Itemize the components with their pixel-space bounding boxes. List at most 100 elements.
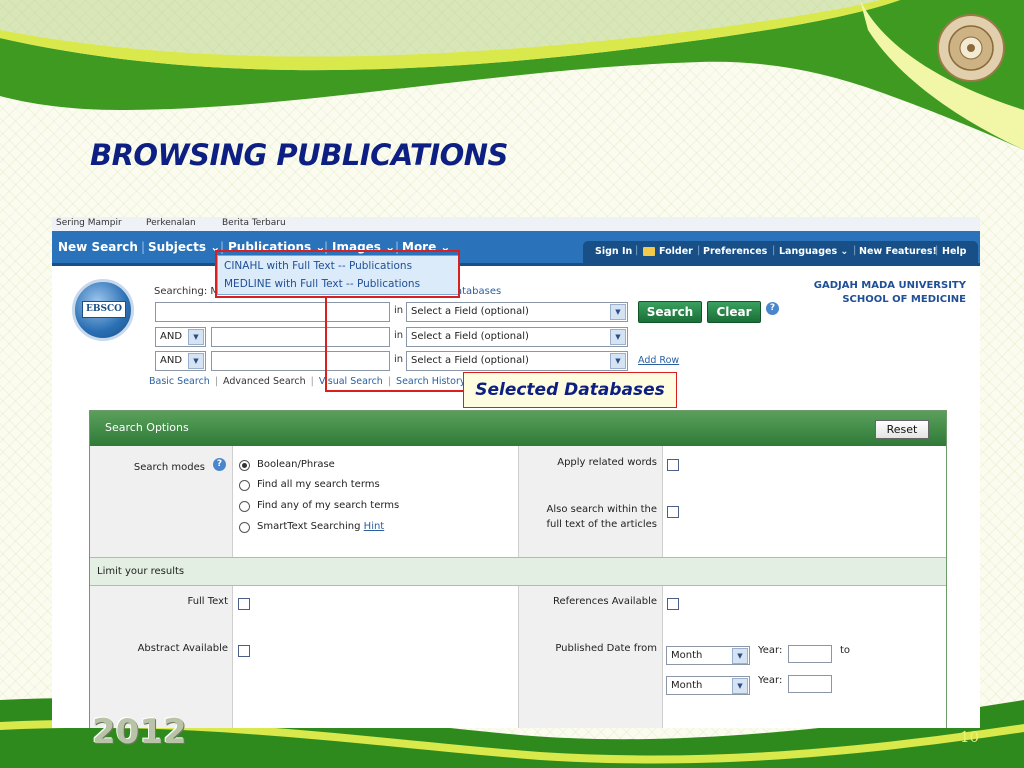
year-from-input[interactable] xyxy=(788,645,832,663)
mode-label-all-terms: Find all my search terms xyxy=(257,479,380,490)
search-options-header: Search Options Reset xyxy=(90,411,946,446)
published-month-to[interactable]: Month ▼ xyxy=(666,676,750,695)
month-select-value: Month xyxy=(671,650,703,661)
visual-search-link[interactable]: Visual Search xyxy=(319,376,383,387)
field-select-2[interactable]: Select a Field (optional) ▼ xyxy=(406,327,628,347)
label-column-left xyxy=(90,446,232,728)
callout-connector xyxy=(325,296,327,392)
mode-radio-boolean[interactable] xyxy=(239,460,250,471)
limit-results-title: Limit your results xyxy=(97,566,185,577)
boolean-select-2[interactable]: AND ▼ xyxy=(155,327,206,347)
year-to-input[interactable] xyxy=(788,675,832,693)
limit-results-header: Limit your results xyxy=(90,557,946,586)
abstract-available-label: Abstract Available xyxy=(137,643,228,654)
chevron-down-icon: ▼ xyxy=(610,353,626,369)
in-label: in xyxy=(394,330,404,341)
year-label: Year: xyxy=(758,645,783,656)
field-select-value: Select a Field (optional) xyxy=(411,306,529,317)
apply-related-checkbox[interactable] xyxy=(667,459,679,471)
util-separator: | xyxy=(772,245,776,256)
chevron-down-icon: ▼ xyxy=(610,304,626,320)
month-select-value: Month xyxy=(671,680,703,691)
utility-bar: Sign In | Folder | Preferences | Languag… xyxy=(583,241,978,263)
folder-icon[interactable] xyxy=(643,247,655,256)
chevron-down-icon: ▼ xyxy=(188,353,204,369)
search-input-3[interactable] xyxy=(211,351,390,371)
search-input-1[interactable] xyxy=(155,302,390,322)
chevron-down-icon: ▼ xyxy=(732,648,748,664)
full-text-label: Full Text xyxy=(187,596,228,607)
search-options-panel: Search Options Reset Search modes ? Bool… xyxy=(89,410,947,728)
reset-button[interactable]: Reset xyxy=(875,420,929,439)
hint-link[interactable]: Hint xyxy=(364,521,385,532)
sign-in-link[interactable]: Sign In xyxy=(595,246,632,257)
field-select-1[interactable]: Select a Field (optional) ▼ xyxy=(406,302,628,322)
ebsco-host-logo[interactable]: EBSCO xyxy=(72,279,134,341)
also-search-checkbox[interactable] xyxy=(667,506,679,518)
boolean-select-3[interactable]: AND ▼ xyxy=(155,351,206,371)
new-features-link[interactable]: New Features! xyxy=(859,246,937,257)
ebsco-logo-text: EBSCO xyxy=(82,301,126,318)
field-select-value: Select a Field (optional) xyxy=(411,355,529,366)
nav-new-search[interactable]: New Search xyxy=(58,240,138,254)
basic-search-link[interactable]: Basic Search xyxy=(149,376,210,387)
add-row-link[interactable]: Add Row xyxy=(638,355,679,366)
also-search-label: Also search within the full text of the … xyxy=(546,504,658,530)
mode-radio-smarttext[interactable] xyxy=(239,522,250,533)
search-history-link[interactable]: Search History xyxy=(396,376,465,387)
search-options-title: Search Options xyxy=(105,421,189,434)
folder-link[interactable]: Folder xyxy=(659,246,693,257)
search-modes-label: Search modes xyxy=(133,462,205,473)
mode-label-any-terms: Find any of my search terms xyxy=(257,500,400,511)
search-input-2[interactable] xyxy=(211,327,390,347)
slide-year: 2012 xyxy=(92,712,187,752)
languages-link[interactable]: Languages ⌄ xyxy=(779,246,848,257)
institution-line-2: SCHOOL OF MEDICINE xyxy=(842,294,966,305)
bookmark-item[interactable]: Perkenalan xyxy=(146,218,196,228)
searching-label: Searching: M xyxy=(154,286,219,297)
util-separator: | xyxy=(935,245,939,256)
in-label: in xyxy=(394,354,404,365)
institution-line-1: GADJAH MADA UNIVERSITY xyxy=(813,280,966,291)
ebsco-screenshot: Sering Mampir Perkenalan Berita Terbaru … xyxy=(52,217,980,728)
bookmarks-bar: Sering Mampir Perkenalan Berita Terbaru xyxy=(52,217,980,231)
util-separator: | xyxy=(853,245,857,256)
util-separator: | xyxy=(697,245,701,256)
mode-radio-any-terms[interactable] xyxy=(239,501,250,512)
references-available-label: References Available xyxy=(552,596,657,607)
institution-name: GADJAH MADA UNIVERSITY SCHOOL OF MEDICIN… xyxy=(742,279,966,307)
help-link[interactable]: Help xyxy=(942,246,966,257)
chevron-down-icon: ▼ xyxy=(610,329,626,345)
university-emblem-icon xyxy=(937,14,1005,82)
choose-databases-link[interactable]: atabases xyxy=(456,286,501,297)
apply-related-label: Apply related words xyxy=(557,457,657,468)
slide-page-number: 10 xyxy=(960,728,980,746)
util-separator: | xyxy=(635,245,639,256)
advanced-search-link[interactable]: Advanced Search xyxy=(223,376,306,387)
preferences-link[interactable]: Preferences xyxy=(703,246,767,257)
bookmark-item[interactable]: Berita Terbaru xyxy=(222,218,286,228)
boolean-select-value: AND xyxy=(160,355,183,366)
help-icon[interactable]: ? xyxy=(213,458,226,471)
mode-radio-all-terms[interactable] xyxy=(239,480,250,491)
full-text-checkbox[interactable] xyxy=(238,598,250,610)
in-label: in xyxy=(394,305,404,316)
abstract-available-checkbox[interactable] xyxy=(238,645,250,657)
field-select-3[interactable]: Select a Field (optional) ▼ xyxy=(406,351,628,371)
highlight-box xyxy=(215,250,460,298)
bookmark-item[interactable]: Sering Mampir xyxy=(56,218,122,228)
references-available-checkbox[interactable] xyxy=(667,598,679,610)
search-button[interactable]: Search xyxy=(638,301,702,323)
selected-databases-callout: Selected Databases xyxy=(463,372,677,408)
column-divider xyxy=(232,446,233,728)
callout-connector xyxy=(325,390,464,392)
nav-subjects[interactable]: Subjects ⌄ xyxy=(148,240,220,254)
chevron-down-icon: ▼ xyxy=(188,329,204,345)
chevron-down-icon: ▼ xyxy=(732,678,748,694)
published-date-label: Published Date from xyxy=(555,643,657,654)
published-month-from[interactable]: Month ▼ xyxy=(666,646,750,665)
column-divider xyxy=(662,446,663,728)
mode-label-boolean: Boolean/Phrase xyxy=(257,459,335,470)
mode-label-smarttext: SmartText Searching Hint xyxy=(257,521,385,532)
search-type-links: Basic Search | Advanced Search | Visual Sear… xyxy=(149,376,466,387)
